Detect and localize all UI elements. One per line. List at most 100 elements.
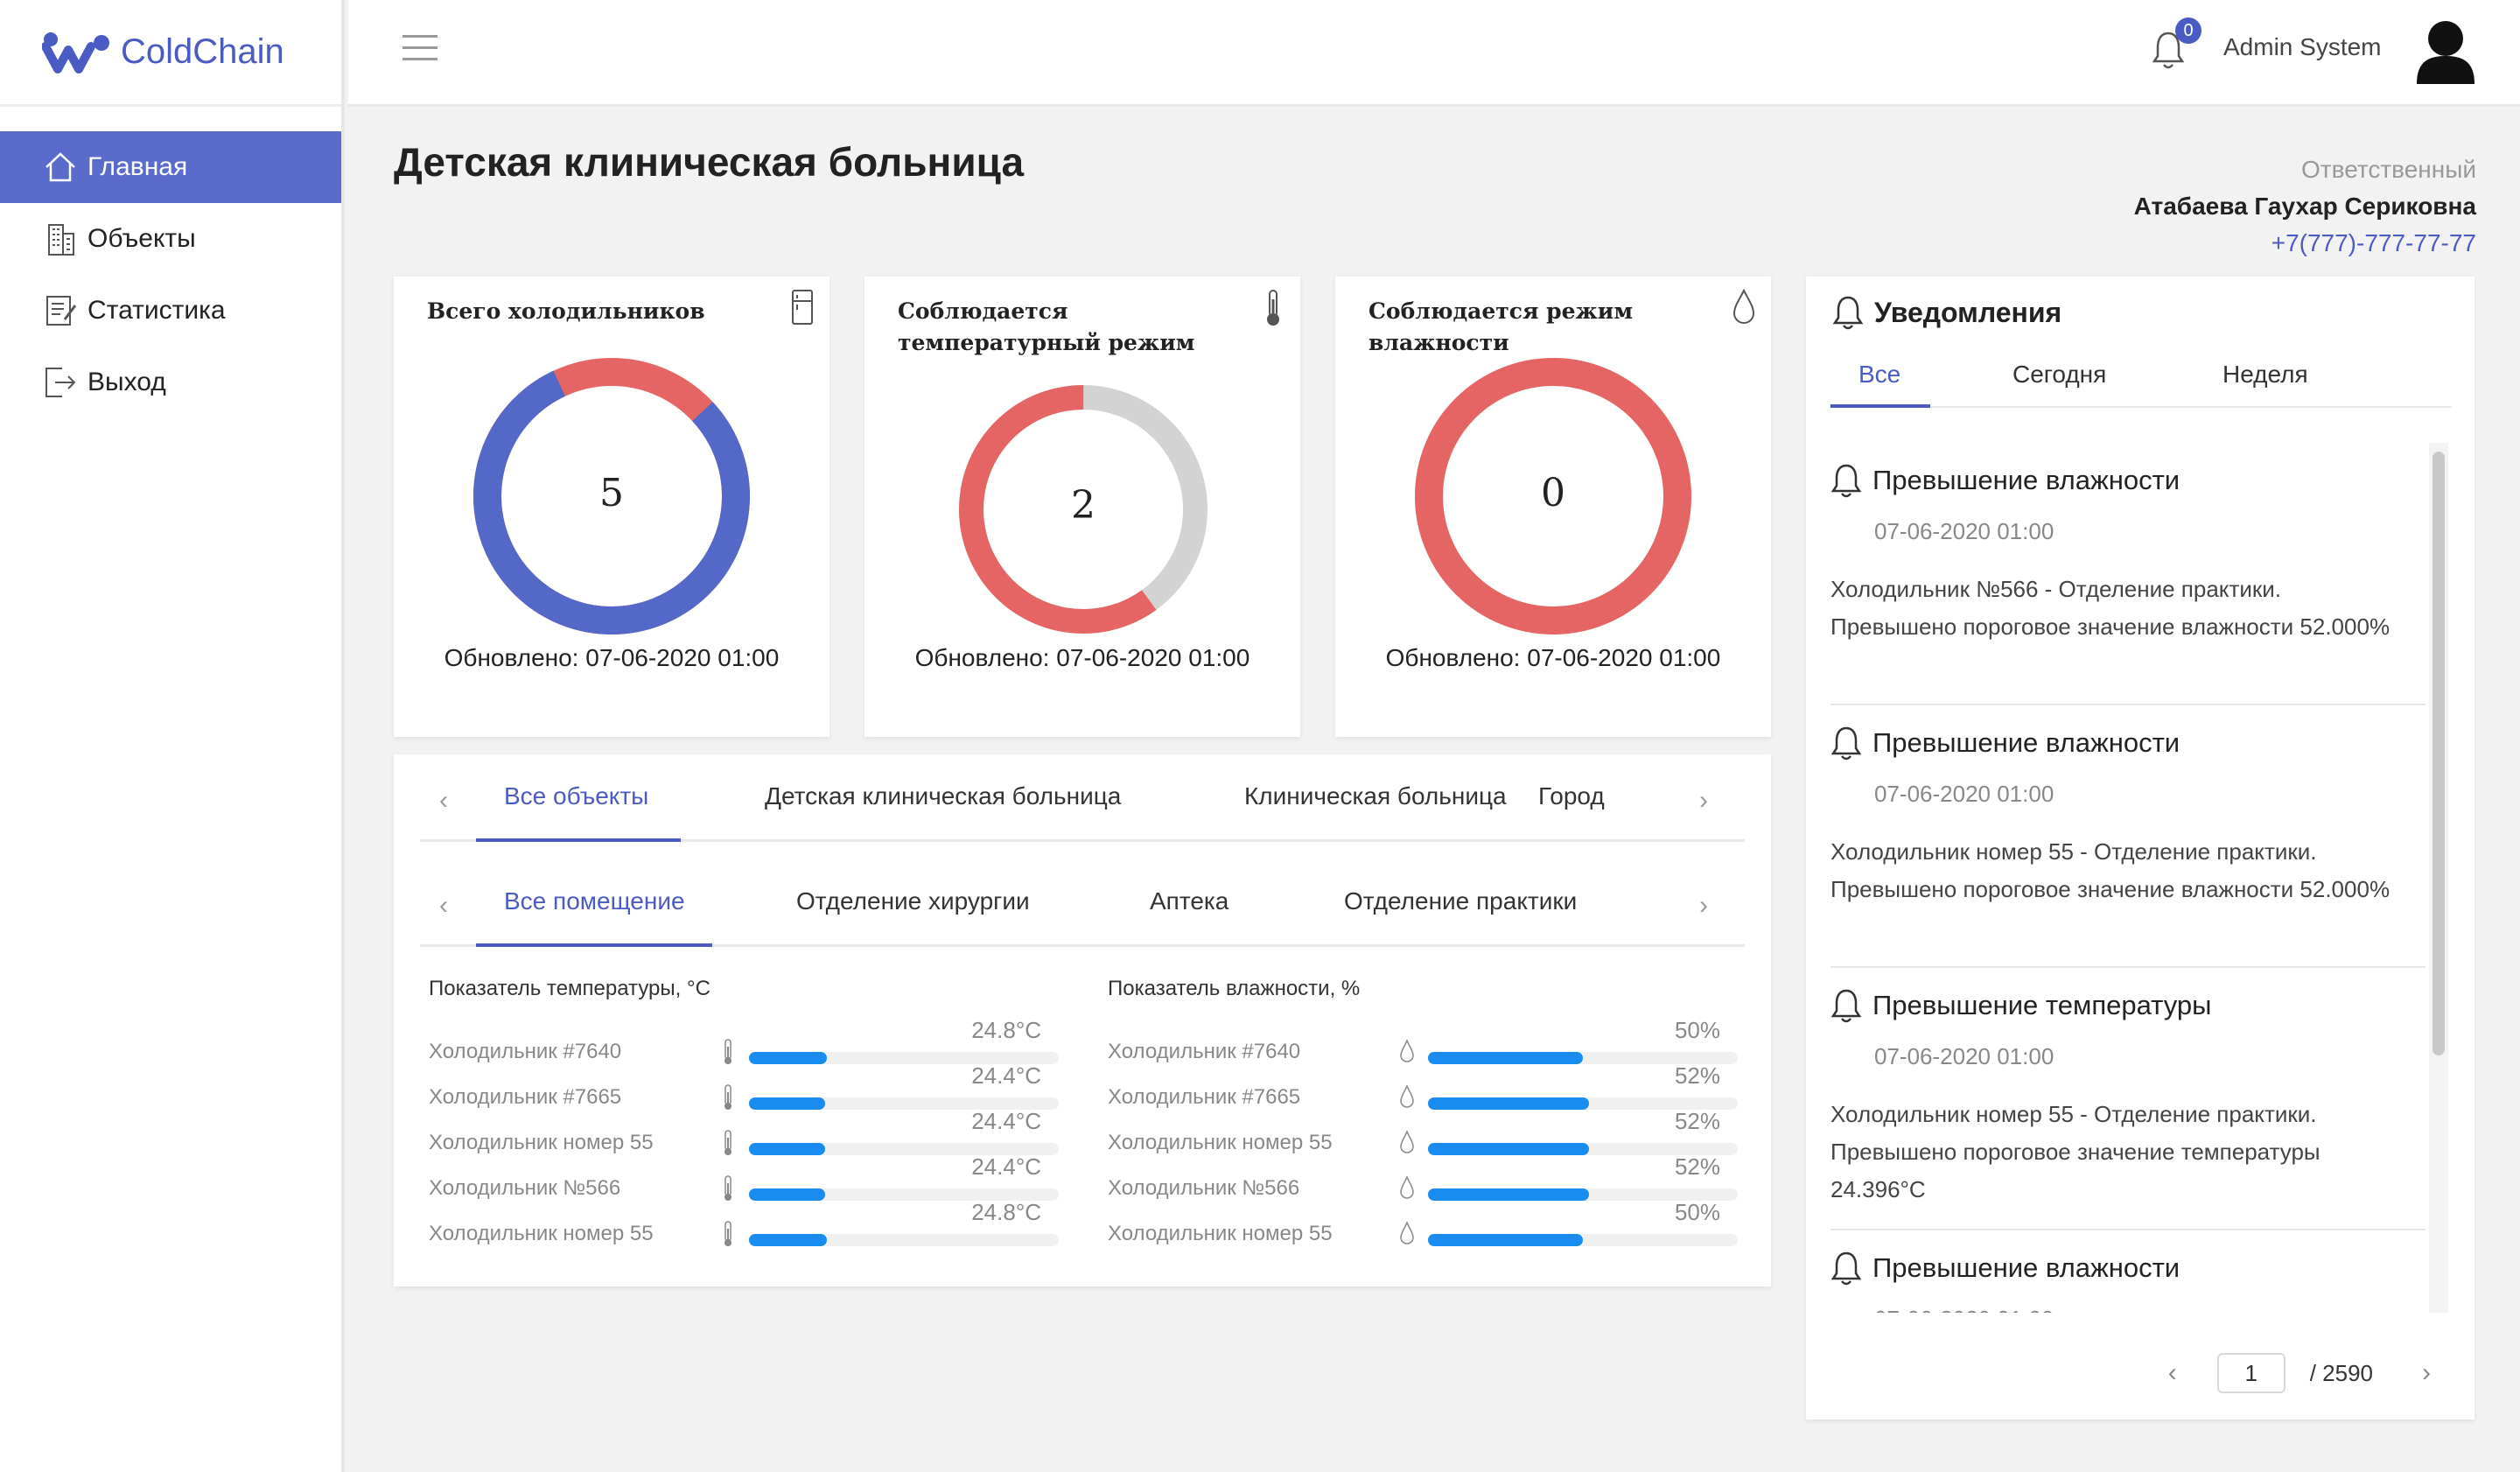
thermometer-icon [724, 1221, 732, 1246]
progress-fill [1428, 1097, 1590, 1110]
thermometer-icon [724, 1039, 732, 1064]
responsible-label: Ответственный [2301, 156, 2476, 183]
fridge-icon [792, 290, 813, 325]
progress-fill [749, 1143, 825, 1155]
stat-updated: Обновлено: 07-06-2020 01:00 [914, 644, 1250, 671]
app-name: ColdChain [121, 32, 284, 71]
notification-title-text: Превышение влажности [1872, 465, 2180, 495]
tabs-next-icon[interactable]: › [1699, 786, 1708, 816]
progress-fill [1428, 1143, 1590, 1155]
indicator-value: 52% [1674, 1108, 1720, 1134]
page-total: / 2590 [2309, 1359, 2373, 1386]
scrollbar[interactable] [2429, 443, 2448, 1313]
tab-children-hospital[interactable]: Детская клиническая больница [765, 782, 1121, 810]
sidebar-item-home[interactable]: Главная [0, 131, 341, 203]
indicator-row: Холодильник номер 55 24.4°C [429, 1108, 1068, 1159]
responsible-phone[interactable]: +7(777)-777-77-77 [2134, 229, 2476, 257]
thermometer-icon [724, 1084, 732, 1110]
stat-card-total-fridges: Всего холодильников 5 Обновлено: 07-06-2… [394, 277, 830, 737]
page-title: Детская клиническая больница [394, 139, 1025, 185]
bell-icon [1830, 726, 1862, 761]
thermometer-icon [724, 1175, 732, 1201]
building-icon [42, 221, 79, 257]
notifications-button[interactable]: 0 [2151, 18, 2202, 70]
bell-icon [1830, 1251, 1862, 1286]
tab-all-rooms[interactable]: Все помещение [504, 887, 685, 915]
tab-week[interactable]: Неделя [2222, 361, 2308, 389]
logo[interactable]: ColdChain [0, 0, 341, 107]
notification-item[interactable]: Превышение влажности 07-06-2020 01:00 [1830, 1230, 2426, 1313]
notification-count-badge: 0 [2175, 18, 2202, 44]
notification-time: 07-06-2020 01:00 [1874, 518, 2054, 544]
tab-active-indicator [1830, 404, 1930, 408]
object-tabs: ‹ Все объекты Детская клиническая больни… [420, 754, 1745, 842]
fridge-name: Холодильник #7640 [1108, 1040, 1301, 1063]
page-input[interactable]: 1 [2216, 1353, 2286, 1393]
room-tabs-prev-icon[interactable]: ‹ [439, 891, 448, 921]
indicator-row: Холодильник №566 24.4°C [429, 1153, 1068, 1204]
tab-clinical-hospital[interactable]: Клиническая больница [1244, 782, 1507, 810]
fridge-name: Холодильник номер 55 [429, 1131, 654, 1154]
bell-icon [1830, 464, 1862, 498]
fridge-name: Холодильник номер 55 [1108, 1222, 1333, 1245]
tab-surgery[interactable]: Отделение хирургии [796, 887, 1030, 915]
notification-item[interactable]: Превышение температуры 07-06-2020 01:00 Хо… [1830, 968, 2426, 1230]
stat-value: 5 [599, 471, 624, 515]
humidity-title: Показатель влажности, % [1108, 977, 1361, 1000]
room-tabs-next-icon[interactable]: › [1699, 891, 1708, 921]
notification-title-text: Превышение температуры [1872, 990, 2212, 1020]
stat-value: 0 [1541, 471, 1565, 515]
pagination: ‹ 1 / 2590 › [2168, 1353, 2431, 1393]
notification-title: Превышение влажности [1830, 1250, 2180, 1286]
tab-pharmacy[interactable]: Аптека [1150, 887, 1228, 915]
notification-title: Превышение влажности [1830, 462, 2180, 499]
indicator-value: 52% [1674, 1153, 1720, 1180]
notification-text: Холодильник номер 55 - Отделение практик… [1830, 1101, 2320, 1202]
avatar-icon[interactable] [2412, 18, 2480, 86]
notifications-header: Уведомления [1832, 294, 2062, 331]
thermometer-icon [1267, 290, 1279, 326]
notification-time: 07-06-2020 01:00 [1874, 1306, 2054, 1313]
home-icon [42, 149, 79, 186]
indicator-row: Холодильник №566 52% [1108, 1153, 1746, 1204]
tab-practice[interactable]: Отделение практики [1344, 887, 1577, 915]
scrollbar-thumb[interactable] [2432, 452, 2445, 1055]
stat-card-humidity: Соблюдается режим влажности 0 Обновлено:… [1335, 277, 1771, 737]
tab-city[interactable]: Город [1538, 782, 1606, 810]
sidebar-item-label: Выход [88, 368, 166, 396]
prev-page-icon[interactable]: ‹ [2168, 1358, 2177, 1388]
indicator-value: 24.8°C [971, 1199, 1041, 1225]
sidebar-item-label: Объекты [88, 224, 196, 253]
sidebar-item-objects[interactable]: Объекты [0, 203, 341, 275]
logo-icon [42, 32, 109, 74]
tab-today[interactable]: Сегодня [2012, 361, 2106, 389]
notification-title: Превышение температуры [1830, 987, 2211, 1024]
notification-item[interactable]: Превышение влажности 07-06-2020 01:00 Холо… [1830, 705, 2426, 968]
progress-fill [749, 1052, 827, 1064]
notifications-title: Уведомления [1874, 296, 2062, 328]
indicator-value: 24.4°C [971, 1153, 1041, 1180]
fridge-name: Холодильник №566 [1108, 1176, 1300, 1200]
stat-updated: Обновлено: 07-06-2020 01:00 [1385, 644, 1721, 671]
tab-all-objects[interactable]: Все объекты [504, 782, 648, 810]
next-page-icon[interactable]: › [2422, 1358, 2431, 1388]
sidebar-item-logout[interactable]: Выход [0, 347, 341, 418]
tab-active-indicator [476, 943, 712, 947]
menu-toggle-icon[interactable] [402, 35, 438, 61]
notification-item[interactable]: Превышение влажности 07-06-2020 01:00 Холо… [1830, 443, 2426, 705]
fridge-name: Холодильник #7640 [429, 1040, 622, 1063]
stat-card-temperature: Соблюдается температурный режим 2 Обновл… [864, 277, 1300, 737]
fridge-name: Холодильник №566 [429, 1176, 621, 1200]
sidebar-item-statistics[interactable]: Статистика [0, 275, 341, 347]
user-name[interactable]: Admin System [2223, 33, 2382, 61]
indicator-row: Холодильник номер 55 24.8°C [429, 1199, 1068, 1250]
tabs-prev-icon[interactable]: ‹ [439, 786, 448, 816]
progress-fill [1428, 1234, 1583, 1246]
indicator-value: 52% [1674, 1062, 1720, 1089]
tab-all[interactable]: Все [1858, 361, 1900, 389]
progress-fill [749, 1097, 825, 1110]
indicator-value: 50% [1674, 1199, 1720, 1225]
indicator-value: 50% [1674, 1017, 1720, 1043]
stat-title: Соблюдается температурный режим [898, 298, 1195, 355]
thermometer-icon [724, 1130, 732, 1155]
